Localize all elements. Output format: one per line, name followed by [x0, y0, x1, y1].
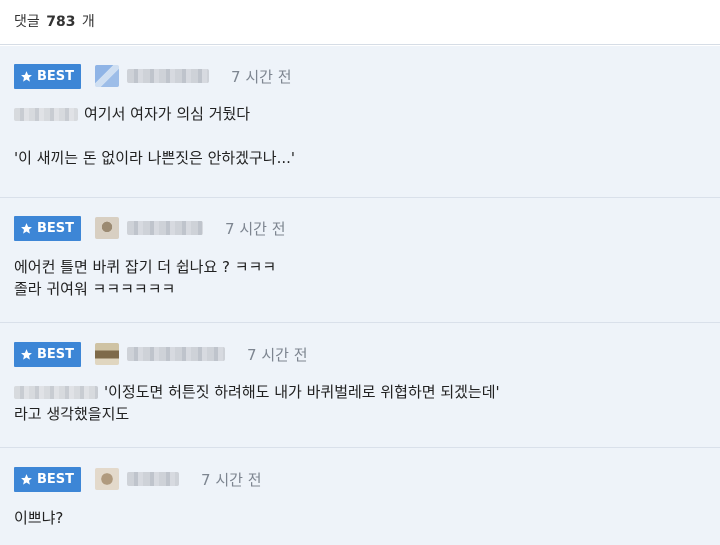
best-badge: BEST: [14, 215, 82, 241]
comment-body: '이정도면 허튼짓 하려해도 내가 바퀴벌레로 위협하면 되겠는데' 라고 생각…: [14, 383, 500, 423]
comment-count-unit: 개: [81, 14, 95, 30]
best-badge: BEST: [14, 466, 82, 492]
username-blurred[interactable]: [127, 221, 204, 235]
comment-time: 7 시간 전: [225, 219, 286, 238]
comment-count-header: 댓글 783 개: [0, 0, 720, 45]
comment-body: 에어컨 틀면 바퀴 잡기 더 쉽나요 ? ㅋㅋㅋ 졸라 귀여워 ㅋㅋㅋㅋㅋㅋ: [14, 258, 277, 298]
avatar[interactable]: [95, 468, 120, 490]
comment-item: BEST 7 시간 전 이쁘냐?: [0, 448, 720, 545]
comment-time: 7 시간 전: [231, 67, 292, 86]
comment-body: 이쁘냐?: [14, 509, 64, 527]
username-blurred[interactable]: [127, 472, 180, 486]
star-icon: [21, 222, 32, 234]
avatar[interactable]: [95, 65, 120, 87]
comment-item: BEST 7 시간 전 '이정도면 허튼짓 하려해도 내가 바퀴벌레로 위협하면…: [0, 323, 720, 448]
username-blurred[interactable]: [127, 69, 210, 83]
mention-blurred: [14, 108, 78, 121]
best-badge: BEST: [14, 341, 82, 367]
avatar[interactable]: [95, 343, 120, 365]
comment-count: 783: [46, 14, 76, 30]
username-blurred[interactable]: [127, 347, 226, 361]
mention-blurred: [14, 386, 98, 399]
comment-label: 댓글: [14, 14, 40, 30]
star-icon: [21, 473, 32, 485]
comment-time: 7 시간 전: [201, 470, 262, 489]
avatar[interactable]: [95, 217, 120, 239]
best-badge: BEST: [14, 63, 82, 89]
comment-body: 여기서 여자가 의심 거뒀다 '이 새끼는 돈 없이라 나쁜짓은 안하겠구나..…: [14, 105, 295, 167]
star-icon: [21, 70, 32, 82]
comment-item: BEST 7 시간 전 에어컨 틀면 바퀴 잡기 더 쉽나요 ? ㅋㅋㅋ 졸라 …: [0, 198, 720, 323]
comment-item: BEST 7 시간 전 여기서 여자가 의심 거뒀다 '이 새끼는 돈 없이라 …: [0, 46, 720, 198]
comment-time: 7 시간 전: [247, 345, 308, 364]
star-icon: [21, 348, 32, 360]
